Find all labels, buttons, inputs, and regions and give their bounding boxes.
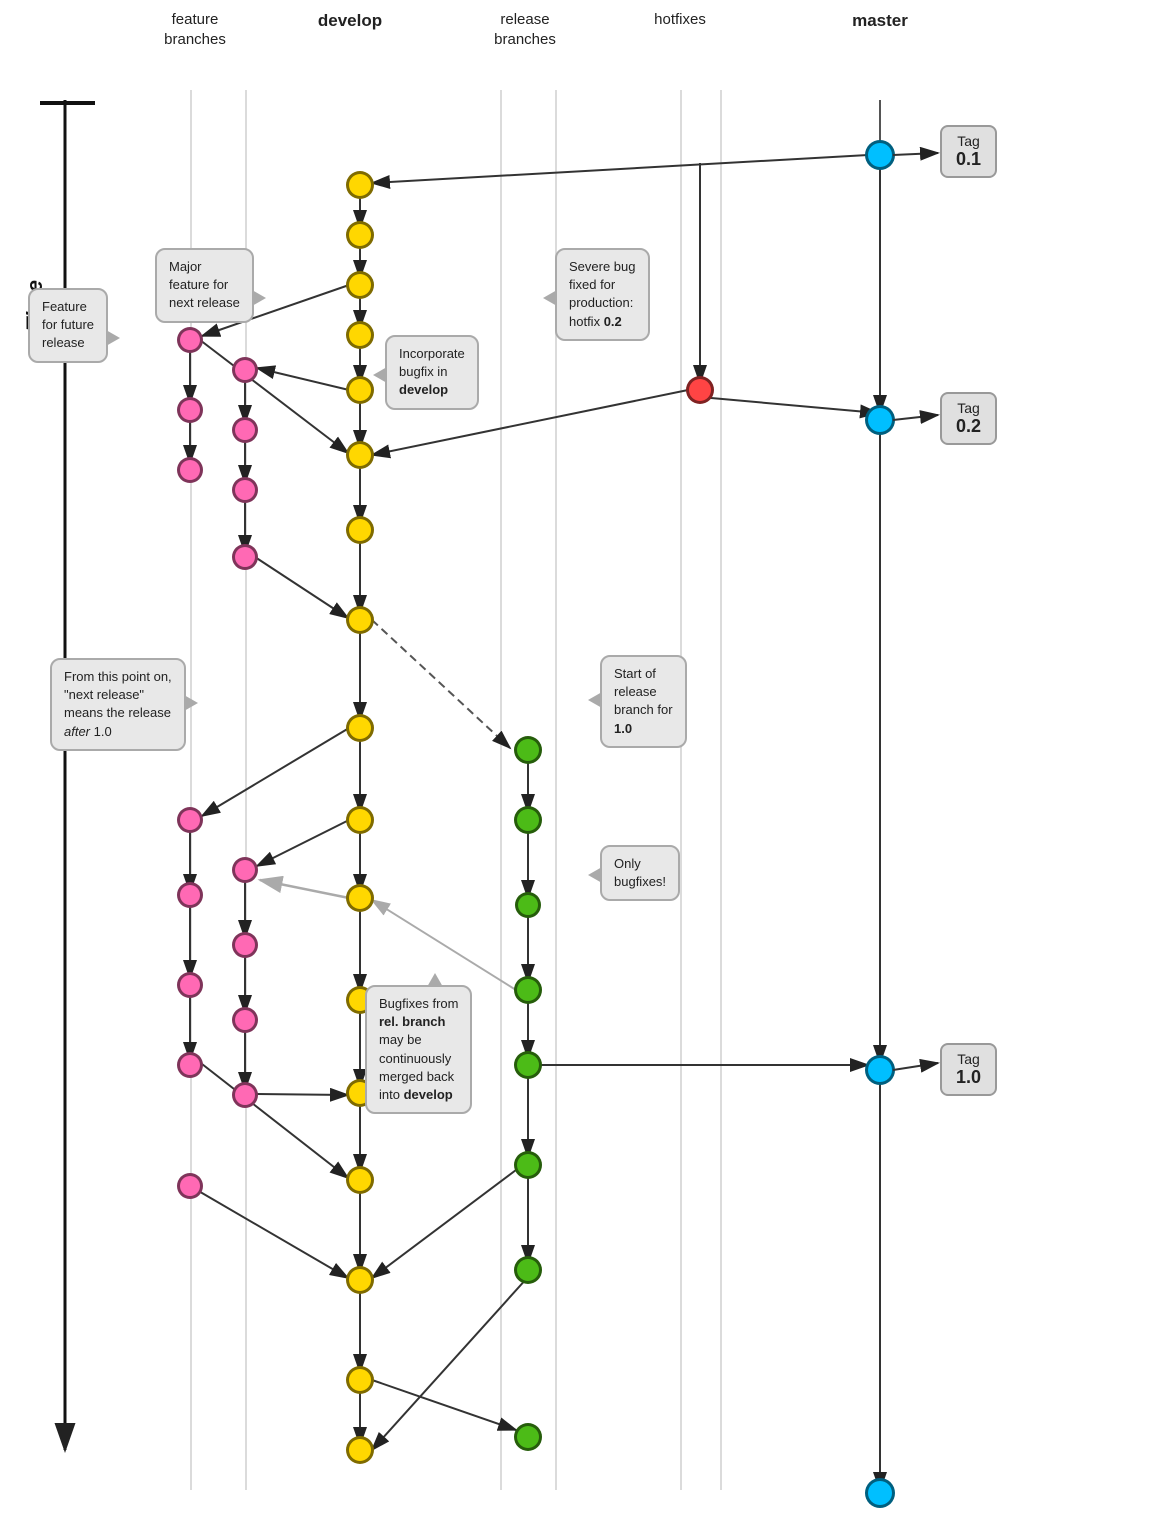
callout-only-bugfixes-text: Onlybugfixes!: [614, 856, 666, 889]
feature4-node-2: [232, 932, 258, 958]
feature4-node-4: [232, 1082, 258, 1108]
callout-bugfixes-rel-text: Bugfixes fromrel. branchmay becontinuous…: [379, 996, 458, 1102]
feature2-node-2: [232, 417, 258, 443]
develop-node-14: [346, 1166, 374, 1194]
tag-arrows-svg: [0, 0, 1150, 1524]
feature1-node-1: [177, 327, 203, 353]
develop-header: develop: [310, 10, 390, 32]
hotfixes-header: hotfixes: [640, 10, 720, 30]
develop-node-8: [346, 606, 374, 634]
feature2-node-4: [232, 544, 258, 570]
callout-incorporate-bugfix-text: Incorporatebugfix indevelop: [399, 346, 465, 397]
develop-node-17: [346, 1436, 374, 1464]
release-branches-header: releasebranches: [470, 10, 580, 49]
release-node-4: [514, 976, 542, 1004]
tag-box-02: Tag 0.2: [940, 392, 997, 445]
develop-node-3: [346, 271, 374, 299]
callout-major-feature: Majorfeature fornext release: [155, 248, 254, 323]
feature3-node-3: [177, 972, 203, 998]
tag-value-01: 0.1: [956, 149, 981, 170]
master-node-3: [865, 1055, 895, 1085]
feature3-node-4: [177, 1052, 203, 1078]
callout-start-release-text: Start ofreleasebranch for1.0: [614, 666, 673, 736]
tag-box-01: Tag 0.1: [940, 125, 997, 178]
master-node-1: [865, 140, 895, 170]
develop-node-6: [346, 441, 374, 469]
callout-incorporate-bugfix: Incorporatebugfix indevelop: [385, 335, 479, 410]
feature3-node-2: [177, 882, 203, 908]
release-node-6: [514, 1151, 542, 1179]
feature4-node-1: [232, 857, 258, 883]
feature2-node-1: [232, 357, 258, 383]
callout-severe-bug-text: Severe bugfixed forproduction:hotfix 0.2: [569, 259, 636, 329]
feature1-node-3: [177, 457, 203, 483]
feature4-node-3: [232, 1007, 258, 1033]
release-node-5: [514, 1051, 542, 1079]
master-header: master: [840, 10, 920, 32]
release-lane: [500, 90, 502, 1490]
hotfix-lane2: [720, 90, 722, 1490]
feature2-node-3: [232, 477, 258, 503]
callout-only-bugfixes: Onlybugfixes!: [600, 845, 680, 901]
callout-next-release-text: From this point on,"next release"means t…: [64, 669, 172, 739]
tag-label-02: Tag: [956, 400, 981, 416]
hotfix-node: [686, 376, 714, 404]
develop-node-5: [346, 376, 374, 404]
release-node-2: [514, 806, 542, 834]
tag-label-01: Tag: [956, 133, 981, 149]
develop-node-4: [346, 321, 374, 349]
release-node-3: [515, 892, 541, 918]
develop-node-7: [346, 516, 374, 544]
release-node-1: [514, 736, 542, 764]
release-node-7: [514, 1256, 542, 1284]
feature-branches-header: featurebranches: [145, 10, 245, 49]
callout-feature-future: Featurefor futurerelease: [28, 288, 108, 363]
callout-feature-future-text: Featurefor futurerelease: [42, 299, 94, 350]
develop-node-2: [346, 221, 374, 249]
tag-value-10: 1.0: [956, 1067, 981, 1088]
develop-node-11: [346, 884, 374, 912]
feature3-node-1: [177, 807, 203, 833]
diagram-container: featurebranches develop releasebranches …: [0, 0, 1150, 1524]
feature3-node-5: [177, 1173, 203, 1199]
tag-label-10: Tag: [956, 1051, 981, 1067]
hotfix-lane: [680, 90, 682, 1490]
callout-bugfixes-rel: Bugfixes fromrel. branchmay becontinuous…: [365, 985, 472, 1114]
develop-node-9: [346, 714, 374, 742]
callout-major-feature-text: Majorfeature fornext release: [169, 259, 240, 310]
develop-node-10: [346, 806, 374, 834]
callout-start-release: Start ofreleasebranch for1.0: [600, 655, 687, 748]
master-node-2: [865, 405, 895, 435]
develop-node-15: [346, 1266, 374, 1294]
master-node-4: [865, 1478, 895, 1508]
callout-next-release: From this point on,"next release"means t…: [50, 658, 186, 751]
callout-severe-bug: Severe bugfixed forproduction:hotfix 0.2: [555, 248, 650, 341]
develop-node-1: [346, 171, 374, 199]
tag-value-02: 0.2: [956, 416, 981, 437]
release-node-8: [514, 1423, 542, 1451]
tag-box-10: Tag 1.0: [940, 1043, 997, 1096]
develop-node-16: [346, 1366, 374, 1394]
feature1-node-2: [177, 397, 203, 423]
connections-svg: [0, 0, 1150, 1524]
